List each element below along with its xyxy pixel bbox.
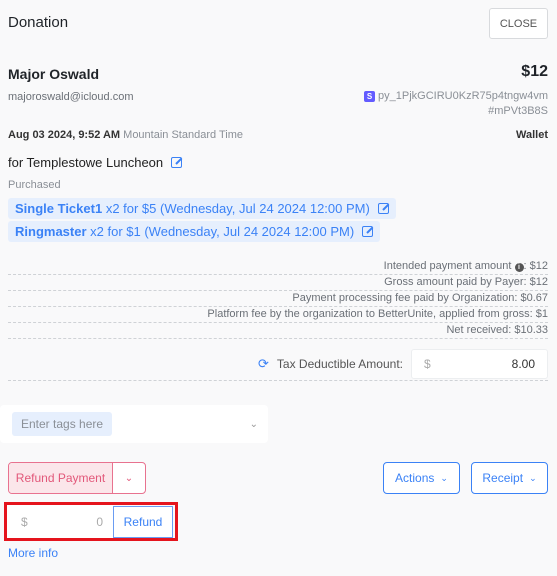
- close-button[interactable]: CLOSE: [489, 8, 548, 39]
- summary-row: Net received: $10.33: [8, 323, 548, 339]
- item-detail: x2 for $1 (Wednesday, Jul 24 2024 12:00 …: [90, 224, 355, 239]
- tax-value[interactable]: 8.00: [512, 357, 535, 371]
- item-detail: x2 for $5 (Wednesday, Jul 24 2024 12:00 …: [105, 201, 370, 216]
- donation-amount: $12: [521, 63, 548, 80]
- item-name: Ringmaster: [15, 224, 87, 239]
- payment-id-text[interactable]: py_1PjkGCIRU0KzR75p4tngw4vm: [378, 90, 548, 102]
- tags-input[interactable]: Enter tags here: [12, 412, 113, 436]
- intended-label: Intended payment amount: [383, 260, 512, 272]
- chevron-down-icon: ⌄: [124, 472, 134, 484]
- actions-button[interactable]: Actions ⌄: [383, 462, 460, 494]
- item-name: Single Ticket1: [15, 201, 103, 216]
- currency-symbol: $: [21, 514, 28, 529]
- summary-row: Gross amount paid by Payer: $12: [8, 275, 548, 291]
- donation-date: Aug 03 2024, 9:52 AM Mountain Standard T…: [8, 129, 243, 141]
- chevron-down-icon: ⌄: [529, 472, 537, 483]
- datetime: Aug 03 2024, 9:52 AM: [8, 129, 121, 141]
- info-icon[interactable]: i: [514, 263, 524, 272]
- more-info-link[interactable]: More info: [8, 546, 58, 560]
- timezone: Mountain Standard Time: [123, 129, 244, 141]
- tax-label: Tax Deductible Amount:: [276, 357, 403, 371]
- summary-row: Payment processing fee paid by Organizat…: [8, 291, 548, 307]
- refund-payment-button[interactable]: Refund Payment: [9, 463, 113, 493]
- donor-name: Major Oswald: [8, 66, 100, 82]
- refund-amount-value[interactable]: 0: [96, 515, 103, 529]
- campaign-label: for Templestowe Luncheon: [8, 155, 164, 170]
- refund-amount-input[interactable]: $0: [7, 505, 113, 538]
- purchased-item: Single Ticket1 x2 for $5 (Wednesday, Jul…: [8, 198, 396, 219]
- edit-icon[interactable]: [362, 226, 374, 237]
- reference-id: #mPVt3B8S: [488, 105, 548, 117]
- donor-email: majoroswald@icloud.com: [8, 91, 134, 103]
- receipt-button[interactable]: Receipt ⌄: [471, 462, 548, 494]
- purchased-item: Ringmaster x2 for $1 (Wednesday, Jul 24 …: [8, 221, 381, 242]
- divider: [8, 380, 548, 381]
- campaign: for Templestowe Luncheon: [8, 155, 183, 170]
- edit-icon[interactable]: [171, 157, 183, 168]
- tax-deductible: ⟳ Tax Deductible Amount: $8.00: [258, 349, 548, 379]
- tax-input[interactable]: $8.00: [411, 349, 548, 379]
- actions-label: Actions: [395, 471, 435, 485]
- summary-row: Platform fee by the organization to Bett…: [8, 307, 548, 323]
- refresh-icon[interactable]: ⟳: [258, 356, 269, 372]
- payment-method: Wallet: [516, 129, 548, 141]
- intended-value: : $12: [523, 260, 548, 272]
- receipt-label: Receipt: [482, 471, 524, 485]
- summary-intended: Intended payment amount i: $12: [8, 259, 548, 275]
- stripe-icon: S: [364, 90, 376, 102]
- page-title: Donation: [8, 14, 69, 31]
- purchased-label: Purchased: [8, 179, 61, 191]
- payment-id[interactable]: Spy_1PjkGCIRU0KzR75p4tngw4vm: [364, 90, 548, 102]
- refund-payment-group: Refund Payment ⌄: [8, 462, 146, 494]
- chevron-down-icon[interactable]: ⌄: [250, 419, 258, 430]
- tags-select[interactable]: Enter tags here ⌄: [0, 405, 268, 443]
- refund-dropdown-toggle[interactable]: ⌄: [113, 463, 145, 493]
- edit-icon[interactable]: [377, 203, 389, 214]
- refund-button[interactable]: Refund: [113, 506, 173, 538]
- currency-symbol: $: [424, 357, 431, 371]
- chevron-down-icon: ⌄: [440, 472, 448, 483]
